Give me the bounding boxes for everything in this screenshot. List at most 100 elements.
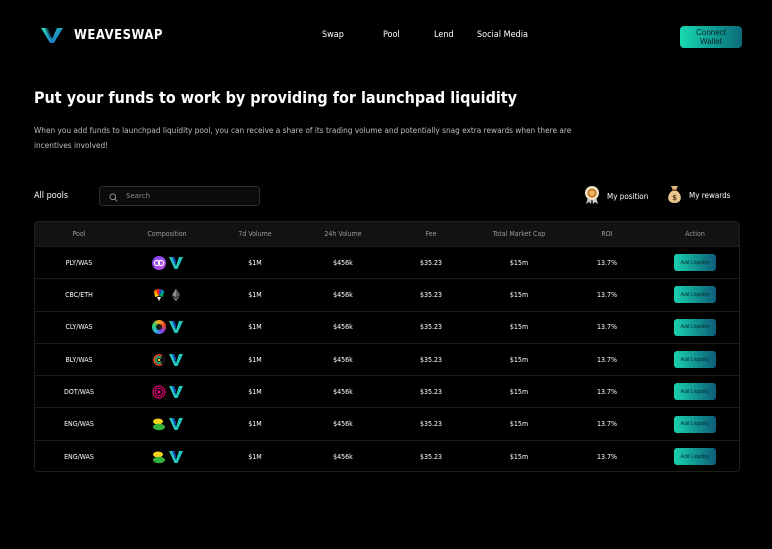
composition bbox=[123, 450, 211, 464]
top-nav: WEAVESWAP Swap Pool Lend Social Media Co… bbox=[40, 24, 742, 48]
action-cell: Add Liquidity bbox=[651, 415, 739, 433]
pool-name: BLY/WAS bbox=[65, 355, 93, 364]
all-pools-tab[interactable]: All pools bbox=[34, 191, 68, 201]
volume-24h: $456k bbox=[333, 323, 353, 332]
composition bbox=[123, 320, 211, 335]
brand-logo[interactable]: WEAVESWAP bbox=[40, 26, 163, 44]
roi: 13.7% bbox=[596, 420, 617, 429]
table-row[interactable]: PLY/WAS $1M $456k $35.23 $15m 13.7% Add … bbox=[35, 247, 739, 280]
roi: 13.7% bbox=[596, 323, 617, 332]
fee: $35.23 bbox=[419, 355, 443, 364]
weave-token-icon bbox=[168, 385, 183, 399]
column-header[interactable]: Composition bbox=[123, 230, 211, 238]
money-bag-icon: $ bbox=[666, 185, 683, 206]
volume-7d: $1M bbox=[248, 290, 262, 299]
add-liquidity-button[interactable]: Add Liquidity bbox=[674, 286, 716, 304]
table-row[interactable]: CBC/ETH $1M $456k $35.23 $15m 13.7% Add … bbox=[35, 279, 739, 312]
table-row[interactable]: ENG/WAS $1M $456k $35.23 $15m 13.7% Add … bbox=[35, 441, 739, 471]
volume-24h: $456k bbox=[333, 290, 353, 299]
volume-24h: $456k bbox=[333, 420, 353, 429]
weaveswap-logo-icon bbox=[40, 26, 64, 44]
volume-7d: $1M bbox=[248, 323, 262, 332]
eth-token-icon bbox=[169, 288, 183, 302]
svg-text:$: $ bbox=[672, 194, 677, 202]
composition bbox=[123, 255, 211, 270]
search-input[interactable] bbox=[124, 191, 248, 201]
volume-24h: $456k bbox=[333, 452, 353, 461]
nav-swap[interactable]: Swap bbox=[322, 30, 383, 40]
pool-name: CLY/WAS bbox=[65, 323, 93, 332]
fee: $35.23 bbox=[419, 258, 443, 267]
roi: 13.7% bbox=[596, 290, 617, 299]
table-row[interactable]: BLY/WAS $1M $456k $35.23 $15m 13.7% Add … bbox=[35, 344, 739, 377]
medal-icon bbox=[583, 185, 601, 207]
table-row[interactable]: DOT/WAS $1M $456k $35.23 $15m 13.7% Add … bbox=[35, 376, 739, 409]
connect-wallet-button[interactable]: Connect Wallet bbox=[680, 26, 742, 48]
volume-7d: $1M bbox=[248, 387, 262, 396]
action-cell: Add Liquidity bbox=[651, 383, 739, 401]
search-icon bbox=[109, 187, 118, 206]
cbc-token-icon bbox=[152, 288, 166, 302]
composition bbox=[123, 417, 211, 431]
fee: $35.23 bbox=[419, 387, 443, 396]
volume-7d: $1M bbox=[248, 258, 262, 267]
pool-name: PLY/WAS bbox=[65, 258, 93, 267]
my-position-link[interactable]: My position bbox=[583, 185, 648, 207]
volume-24h: $456k bbox=[333, 258, 353, 267]
action-cell: Add Liquidity bbox=[651, 318, 739, 336]
market-cap: $15m bbox=[509, 258, 529, 267]
add-liquidity-button[interactable]: Add Liquidity bbox=[674, 415, 716, 433]
weave-token-icon bbox=[168, 353, 183, 367]
volume-7d: $1M bbox=[248, 452, 262, 461]
search-box bbox=[99, 186, 260, 206]
roi: 13.7% bbox=[596, 258, 617, 267]
column-header[interactable]: 7d Volume bbox=[211, 230, 299, 238]
roi: 13.7% bbox=[596, 355, 617, 364]
pools-table: Pool Composition 7d Volume 24h Volume Fe… bbox=[34, 221, 740, 472]
market-cap: $15m bbox=[509, 387, 529, 396]
weave-token-icon bbox=[168, 417, 183, 431]
dot-token-icon bbox=[151, 385, 166, 399]
market-cap: $15m bbox=[509, 452, 529, 461]
nav-lend[interactable]: Lend bbox=[434, 30, 477, 40]
action-cell: Add Liquidity bbox=[651, 286, 739, 304]
table-header: Pool Composition 7d Volume 24h Volume Fe… bbox=[35, 222, 739, 247]
weave-token-icon bbox=[168, 450, 183, 464]
fee: $35.23 bbox=[419, 323, 443, 332]
column-header[interactable]: 24h Volume bbox=[299, 230, 387, 238]
add-liquidity-button[interactable]: Add Liquidity bbox=[674, 318, 716, 336]
column-header[interactable]: Pool bbox=[35, 230, 123, 238]
fee: $35.23 bbox=[419, 420, 443, 429]
nav-pool[interactable]: Pool bbox=[383, 30, 434, 40]
add-liquidity-button[interactable]: Add Liquidity bbox=[674, 383, 716, 401]
column-header[interactable]: Fee bbox=[387, 230, 475, 238]
volume-24h: $456k bbox=[333, 387, 353, 396]
add-liquidity-button[interactable]: Add Liquidity bbox=[674, 254, 716, 272]
add-liquidity-button[interactable]: Add Liquidity bbox=[674, 448, 716, 466]
volume-7d: $1M bbox=[248, 355, 262, 364]
roi: 13.7% bbox=[596, 452, 617, 461]
fee: $35.23 bbox=[419, 452, 443, 461]
composition bbox=[123, 288, 211, 302]
add-liquidity-button[interactable]: Add Liquidity bbox=[674, 351, 716, 369]
eng-token-icon bbox=[152, 417, 166, 431]
pool-name: CBC/ETH bbox=[65, 290, 93, 299]
ply-token-icon bbox=[151, 255, 166, 270]
market-cap: $15m bbox=[509, 420, 529, 429]
my-rewards-link[interactable]: $ My rewards bbox=[666, 185, 730, 206]
action-cell: Add Liquidity bbox=[651, 351, 739, 369]
table-row[interactable]: CLY/WAS $1M $456k $35.23 $15m 13.7% Add … bbox=[35, 312, 739, 344]
market-cap: $15m bbox=[509, 323, 529, 332]
nav-social-media[interactable]: Social Media bbox=[477, 30, 528, 40]
brand-name: WEAVESWAP bbox=[74, 27, 163, 43]
market-cap: $15m bbox=[509, 355, 529, 364]
bly-token-icon bbox=[151, 352, 166, 367]
page-description: When you add funds to launchpad liquidit… bbox=[34, 125, 572, 150]
table-row[interactable]: ENG/WAS $1M $456k $35.23 $15m 13.7% Add … bbox=[35, 408, 739, 441]
composition bbox=[123, 385, 211, 399]
column-header[interactable]: Total Market Cap bbox=[475, 230, 563, 238]
pool-name: ENG/WAS bbox=[64, 452, 94, 461]
column-header[interactable]: Action bbox=[651, 230, 739, 238]
pool-name: ENG/WAS bbox=[64, 420, 94, 429]
column-header[interactable]: ROI bbox=[563, 230, 651, 238]
